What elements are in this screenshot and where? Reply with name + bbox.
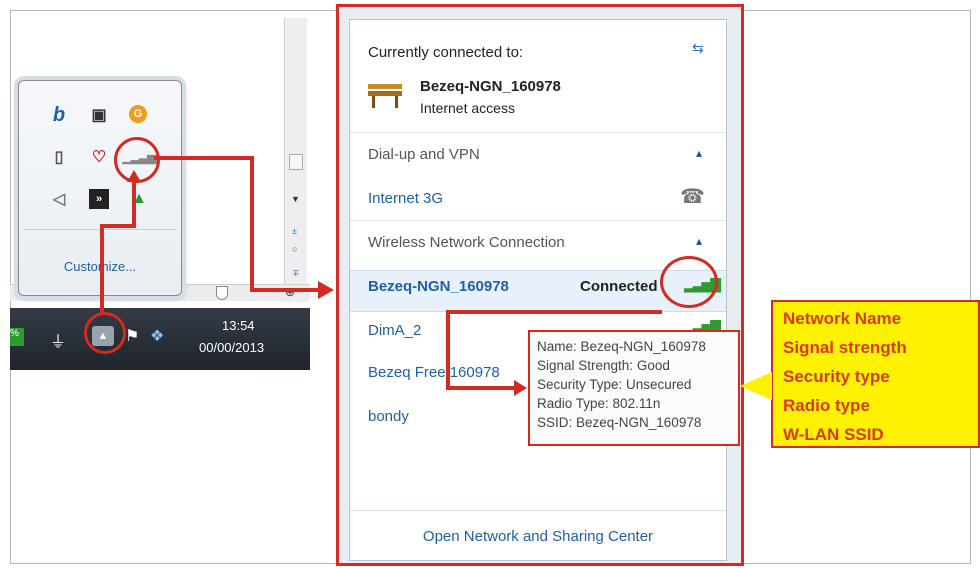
annotation-legend: Network Name Signal strength Security ty… (771, 300, 980, 448)
network-name[interactable]: Bezeq-NGN_160978 (368, 278, 509, 295)
connector-line (100, 226, 104, 314)
network-name[interactable]: Bezeq Free 160978 (368, 364, 500, 381)
taskbar: % ⏚ ▲ ⚑ ❖ (10, 308, 310, 370)
signal-highlight-ring (660, 256, 718, 308)
refresh-icon[interactable]: ⇆ (692, 40, 704, 57)
tooltip-radio: Radio Type: 802.11n (537, 396, 661, 411)
legend-pointer (740, 372, 772, 400)
usb-icon[interactable]: ▯ (49, 147, 69, 167)
b-icon[interactable]: b (49, 104, 69, 126)
dropbox-icon[interactable]: ❖ (150, 326, 164, 346)
bench-icon (366, 78, 404, 108)
legend-item: Security type (783, 367, 890, 386)
legend-item: Network Name (783, 309, 902, 328)
collapse-dialup-icon[interactable]: ▴ (696, 146, 702, 160)
clock-date[interactable]: 00/00/2013 (199, 340, 264, 355)
circle-icon: ○ (292, 244, 298, 254)
open-network-center-link[interactable]: Open Network and Sharing Center (350, 528, 726, 545)
orange-circle-icon[interactable]: G (129, 105, 147, 123)
network-name[interactable]: bondy (368, 408, 409, 425)
connector-line (132, 176, 136, 228)
heart-icon[interactable]: ♡ (89, 147, 109, 167)
arrow-right-icon (514, 380, 527, 396)
speaker-icon[interactable]: ◁ (49, 189, 69, 209)
connector-line (446, 310, 450, 390)
network-name[interactable]: DimA_2 (368, 322, 421, 339)
battery-icon[interactable]: % (10, 328, 24, 346)
up-arrow-icon: ± (292, 226, 297, 236)
tooltip-ssid: SSID: Bezeq-NGN_160978 (537, 415, 702, 430)
show-hidden-highlight-ring (84, 312, 126, 354)
plug-icon[interactable]: ⏚ (50, 328, 66, 352)
network-tooltip: Name: Bezeq-NGN_160978 Signal Strength: … (528, 330, 740, 446)
divider (350, 132, 726, 133)
connector-line (446, 310, 662, 314)
monitor-icon[interactable]: ▣ (89, 105, 109, 125)
legend-item: Radio type (783, 396, 870, 415)
current-network-status: Internet access (420, 100, 515, 116)
connector-line (446, 386, 516, 390)
arrow-right-icon (318, 281, 334, 299)
connector-line (154, 156, 254, 160)
vertical-scrollbar[interactable]: ▼ ± ○ ∓ (284, 18, 307, 302)
wireless-section-header[interactable]: Wireless Network Connection (368, 234, 565, 251)
tooltip-name: Name: Bezeq-NGN_160978 (537, 339, 706, 354)
black-box-icon[interactable]: » (89, 189, 109, 209)
currently-connected-label: Currently connected to: (368, 44, 524, 61)
clock-time[interactable]: 13:54 (222, 318, 255, 333)
connector-line (250, 156, 254, 292)
dialup-modem-icon: ☎ (680, 186, 705, 208)
collapse-wireless-icon[interactable]: ▴ (696, 234, 702, 248)
scroll-thumb[interactable] (289, 154, 303, 170)
dialup-section-header[interactable]: Dial-up and VPN (368, 146, 480, 163)
connector-line (100, 224, 136, 228)
legend-item: W-LAN SSID (783, 425, 884, 444)
legend-item: Signal strength (783, 338, 907, 357)
down-step-icon: ∓ (292, 268, 300, 278)
tooltip-signal: Signal Strength: Good (537, 358, 670, 373)
connector-line (250, 288, 322, 292)
current-network-name: Bezeq-NGN_160978 (420, 78, 561, 95)
flag-icon[interactable]: ⚑ (125, 326, 139, 346)
connected-status: Connected (580, 278, 658, 295)
divider (350, 220, 726, 221)
divider (350, 510, 726, 511)
arrow-up-icon (127, 170, 141, 182)
internet3g-item[interactable]: Internet 3G (368, 190, 443, 207)
tooltip-security: Security Type: Unsecured (537, 377, 692, 392)
scroll-down-arrow-icon[interactable]: ▼ (291, 194, 300, 204)
slider-thumb[interactable] (216, 286, 228, 300)
